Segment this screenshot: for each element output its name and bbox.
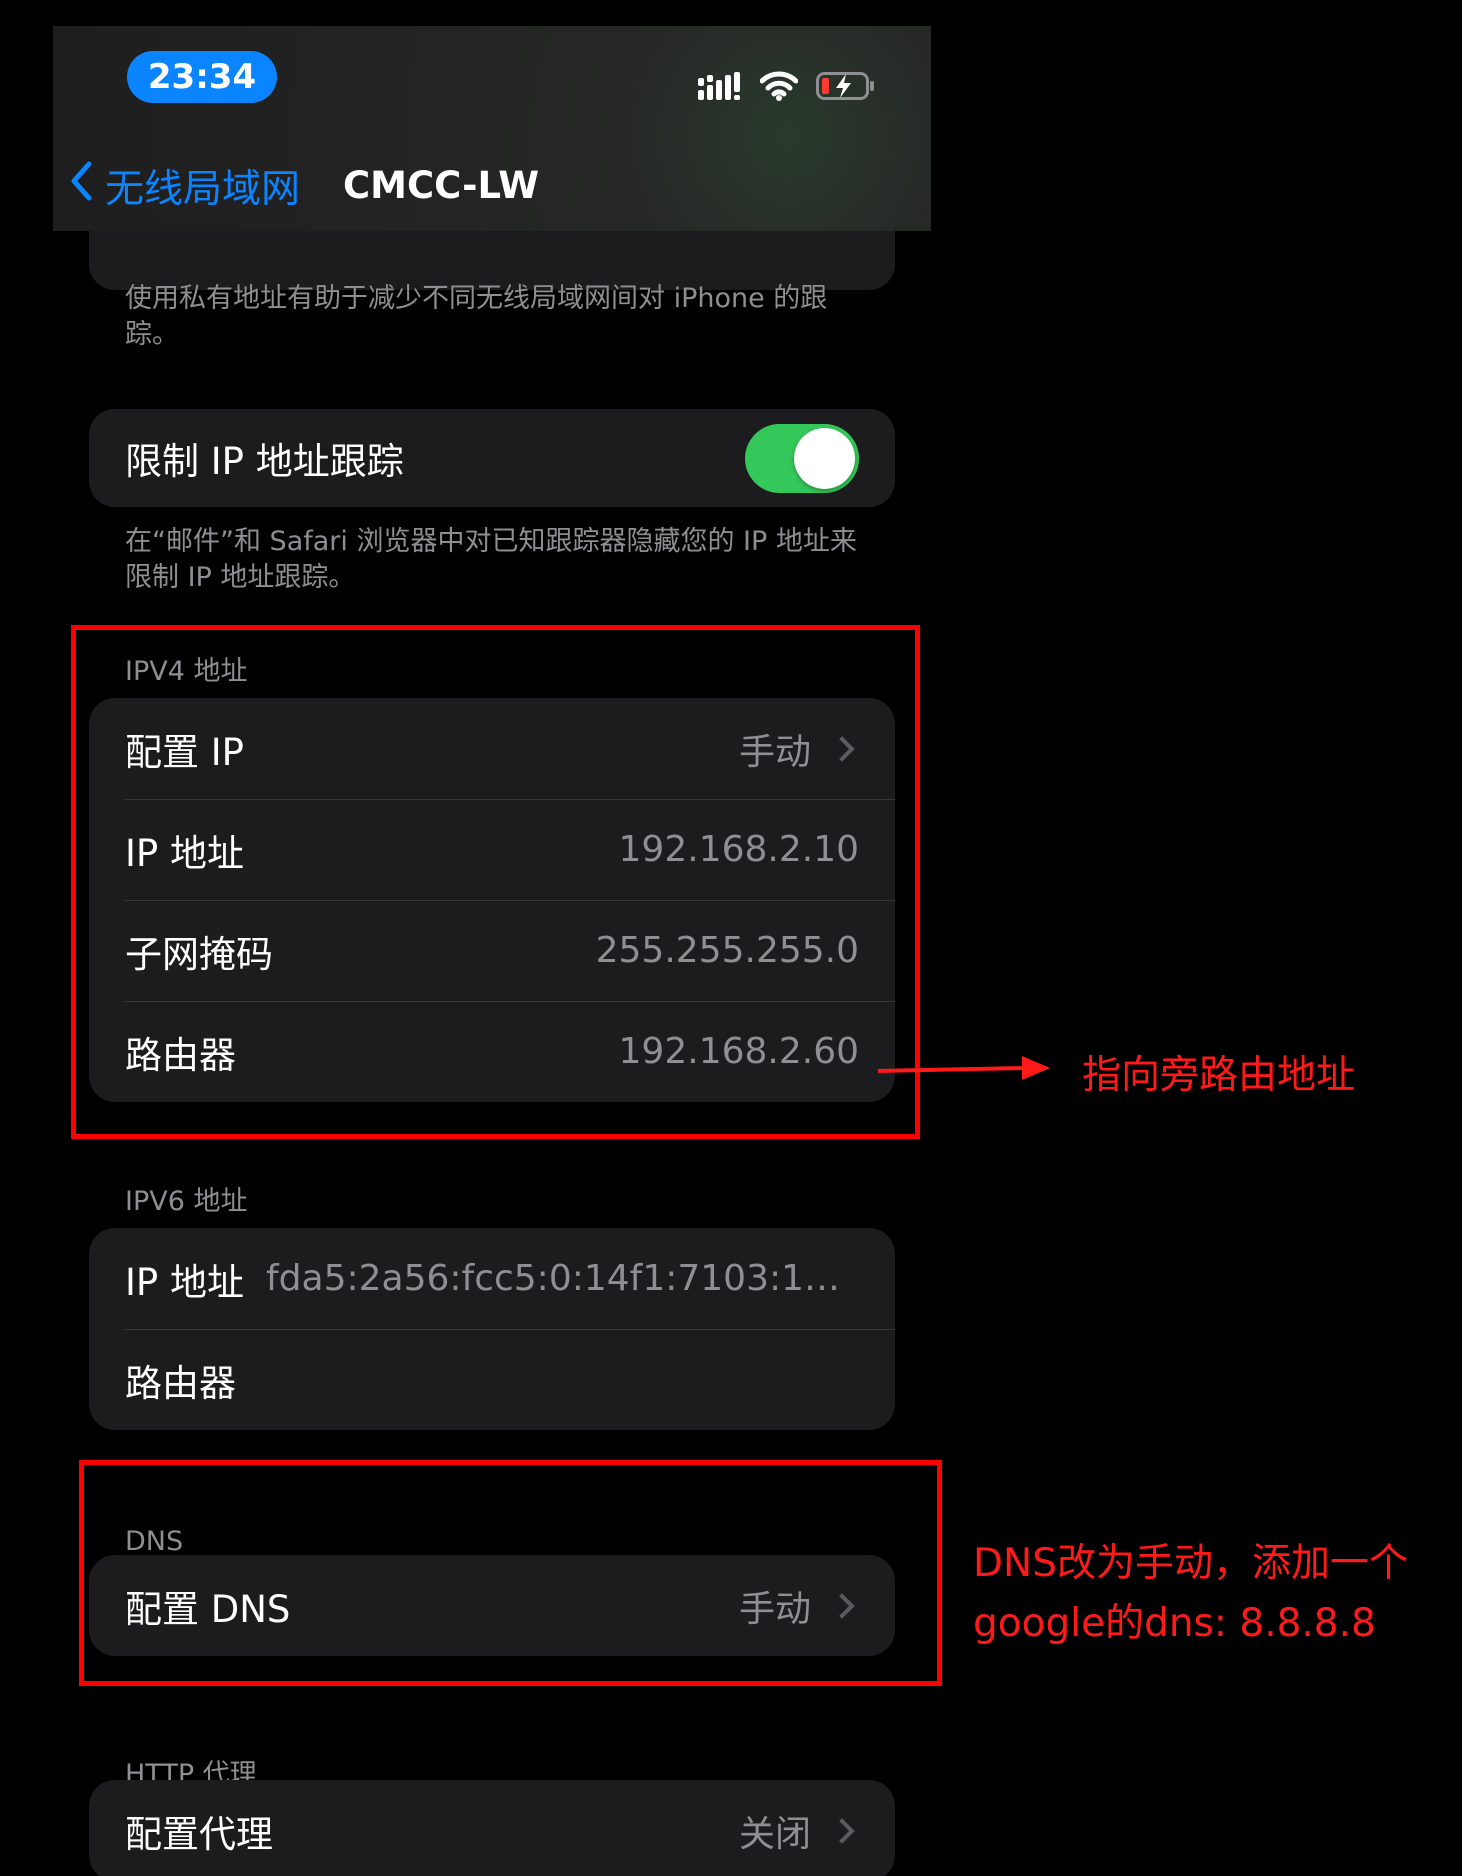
limit-ip-footer: 在“邮件”和 Safari 浏览器中对已知跟踪器隐藏您的 IP 地址来限制 IP… <box>125 526 857 593</box>
ipv6-address-label: IP 地址 <box>125 1260 244 1304</box>
dns-annotation-line1: DNS改为手动，添加一个 <box>973 1541 1408 1586</box>
ipv6-group: IP 地址 fda5:2a56:fcc5:0:14f1:7103:1122:..… <box>89 1228 895 1430</box>
wifi-icon <box>759 71 799 105</box>
configure-proxy-label: 配置代理 <box>125 1812 273 1856</box>
annotation-arrow-icon <box>877 1056 1050 1080</box>
limit-ip-toggle[interactable] <box>745 423 859 493</box>
limit-ip-label: 限制 IP 地址跟踪 <box>125 440 404 483</box>
back-button-label: 无线局域网 <box>105 167 301 212</box>
dns-highlight-box <box>79 1460 942 1686</box>
status-time[interactable]: 23:34 <box>127 51 277 103</box>
toggle-knob <box>794 427 855 489</box>
configure-proxy-row[interactable]: 配置代理 关闭 <box>89 1780 895 1876</box>
navigation-header: 23:34 无线局域网 CMCC-LW <box>53 26 931 231</box>
chevron-left-icon <box>69 161 93 211</box>
private-address-footer: 使用私有地址有助于减少不同无线局域网间对 iPhone 的跟踪。 <box>125 283 828 350</box>
back-button[interactable]: 无线局域网 <box>69 156 300 216</box>
limit-ip-group: 限制 IP 地址跟踪 <box>89 409 895 507</box>
page-title: CMCC-LW <box>343 164 540 207</box>
ipv6-router-row[interactable]: 路由器 <box>89 1329 895 1430</box>
cellular-signal-icon <box>698 72 742 104</box>
router-annotation: 指向旁路由地址 <box>1082 1053 1356 1098</box>
chevron-right-icon <box>829 1817 855 1844</box>
ipv6-address-row[interactable]: IP 地址 fda5:2a56:fcc5:0:14f1:7103:1122:..… <box>89 1228 895 1329</box>
limit-ip-row: 限制 IP 地址跟踪 <box>89 409 895 507</box>
battery-charging-icon <box>816 71 876 105</box>
http-proxy-group: 配置代理 关闭 <box>89 1780 895 1876</box>
ipv4-highlight-box <box>71 625 920 1139</box>
ipv6-router-label: 路由器 <box>125 1361 236 1405</box>
ipv6-header: IPV6 地址 <box>125 1186 248 1217</box>
ipv6-address-value: fda5:2a56:fcc5:0:14f1:7103:1122:... <box>266 1258 859 1299</box>
configure-proxy-value: 关闭 <box>738 1813 811 1855</box>
status-icons <box>698 68 876 108</box>
dns-annotation-line2: google的dns: 8.8.8.8 <box>973 1601 1376 1646</box>
